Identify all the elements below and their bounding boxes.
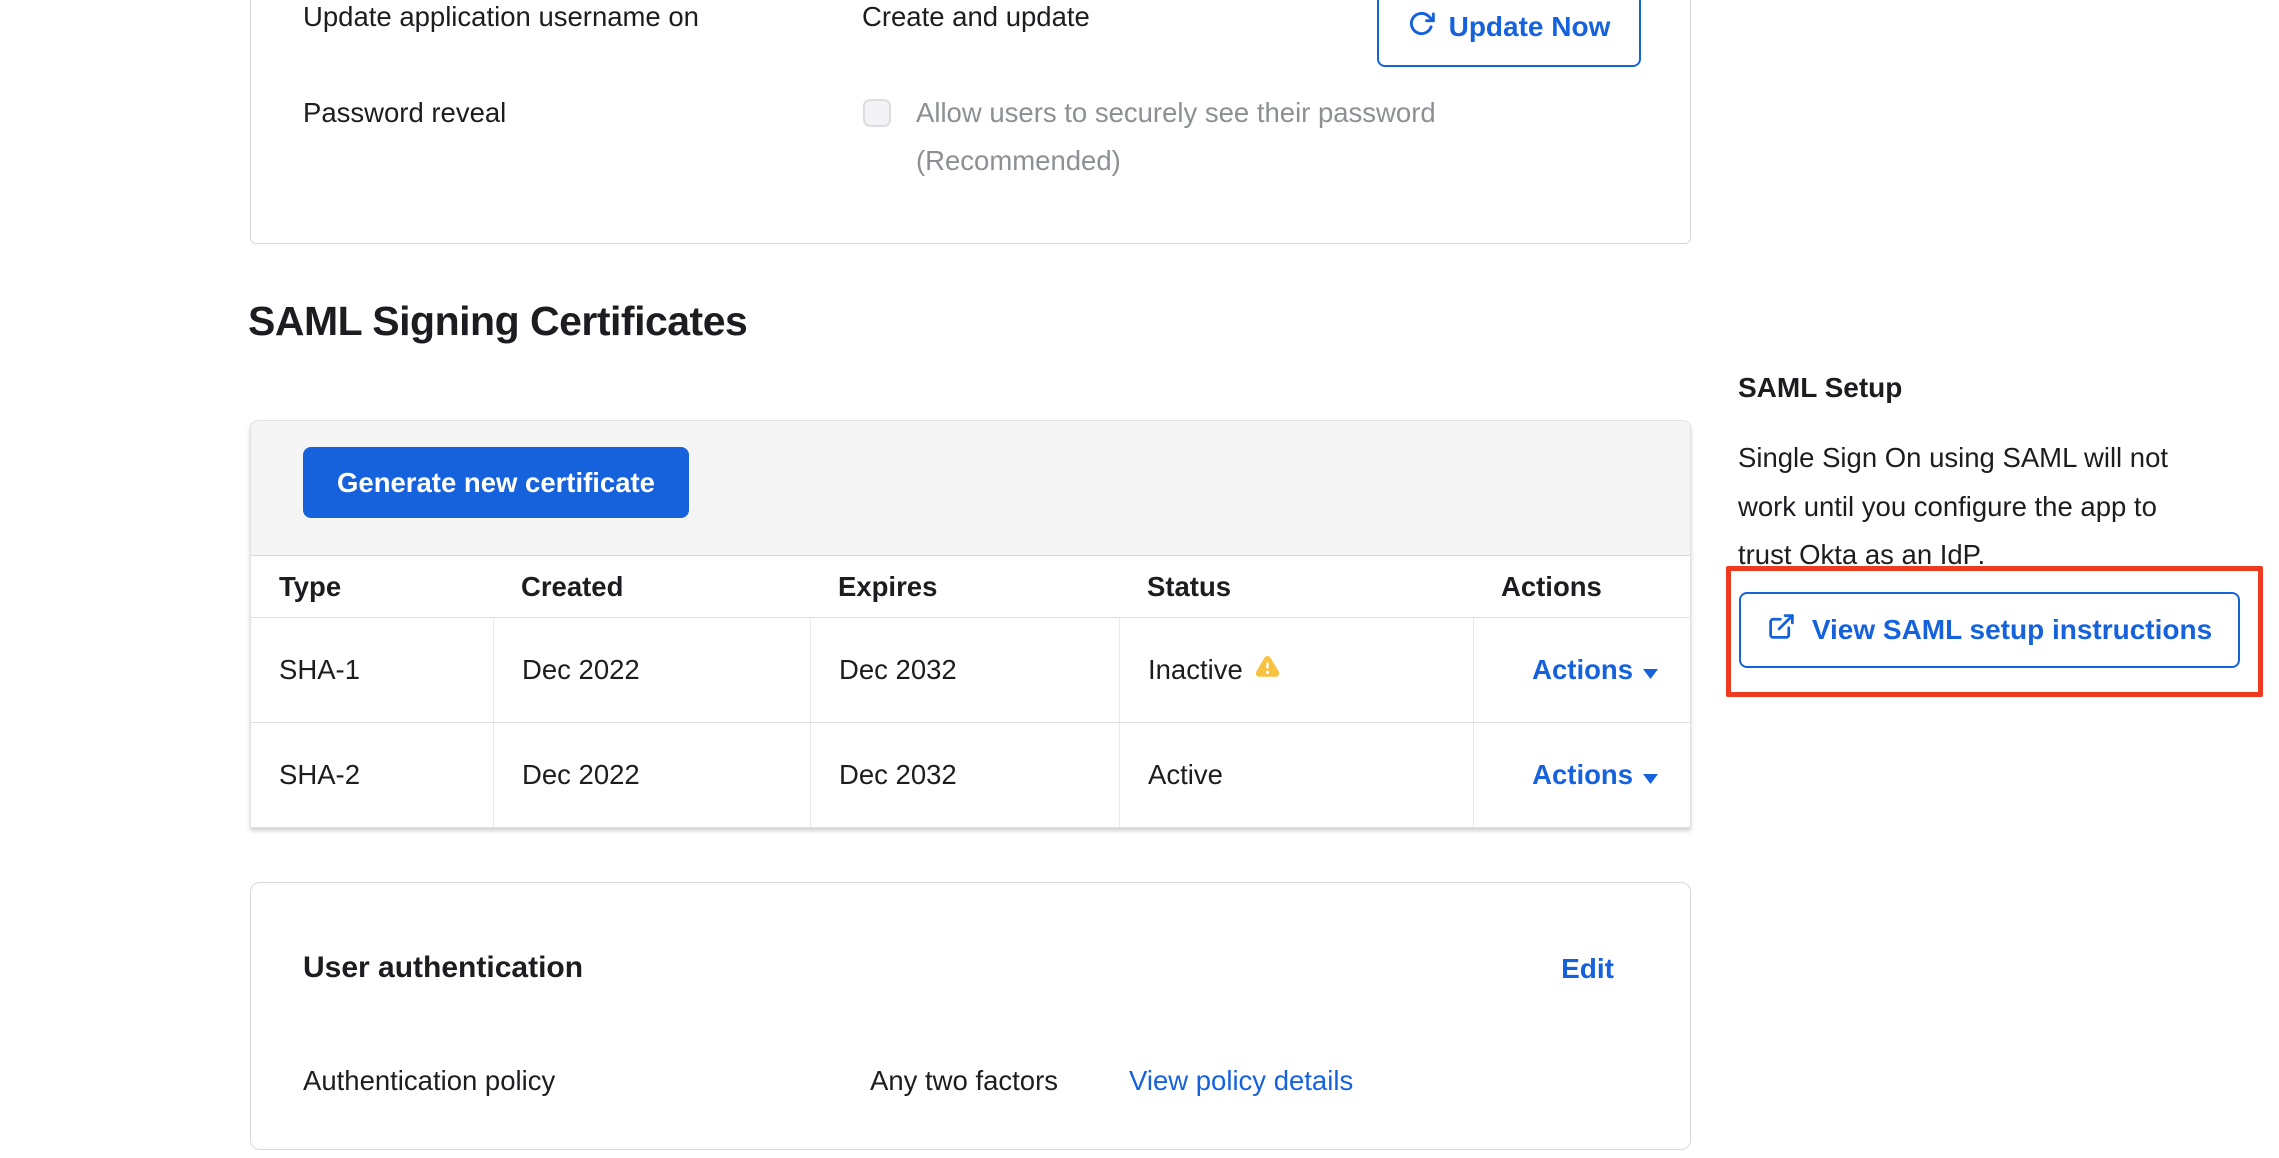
password-reveal-checkbox[interactable]	[863, 99, 891, 127]
header-created: Created	[493, 556, 810, 617]
table-row-sha2: SHA-2 Dec 2022 Dec 2032 Active Actions	[251, 722, 1690, 827]
cell-actions: Actions	[1473, 723, 1692, 827]
actions-label: Actions	[1532, 654, 1633, 686]
view-saml-setup-instructions-label: View SAML setup instructions	[1812, 614, 2212, 646]
username-update-value: Create and update	[862, 1, 1090, 33]
warning-icon	[1255, 654, 1280, 686]
password-reveal-checkbox-label: Allow users to securely see their passwo…	[916, 97, 1436, 129]
external-link-icon	[1767, 612, 1796, 648]
cell-status: Inactive	[1119, 618, 1473, 722]
update-now-button[interactable]: Update Now	[1377, 0, 1641, 67]
status-text: Active	[1148, 759, 1223, 791]
certificates-card: Generate new certificate Type Created Ex…	[250, 420, 1691, 828]
user-authentication-title: User authentication	[303, 951, 583, 985]
cell-type: SHA-2	[251, 723, 493, 827]
cell-expires: Dec 2032	[810, 618, 1119, 722]
page-title: SAML Signing Certificates	[248, 296, 747, 346]
header-expires: Expires	[810, 556, 1119, 617]
password-reveal-label: Password reveal	[303, 97, 506, 129]
view-policy-details-link[interactable]: View policy details	[1129, 1065, 1353, 1097]
user-authentication-card: User authentication Edit Authentication …	[250, 882, 1691, 1150]
saml-setup-title: SAML Setup	[1738, 372, 1902, 404]
actions-dropdown[interactable]: Actions	[1532, 654, 1658, 686]
header-type: Type	[251, 556, 493, 617]
cell-expires: Dec 2032	[810, 723, 1119, 827]
cell-created: Dec 2022	[493, 723, 810, 827]
chevron-down-icon	[1643, 654, 1658, 686]
password-reveal-note: (Recommended)	[916, 145, 1121, 177]
chevron-down-icon	[1643, 759, 1658, 791]
header-actions: Actions	[1473, 556, 1692, 617]
username-update-label: Update application username on	[303, 1, 699, 33]
cell-type: SHA-1	[251, 618, 493, 722]
actions-label: Actions	[1532, 759, 1633, 791]
okta-saml-settings-page: Update application username on Create an…	[0, 0, 2279, 1158]
actions-dropdown[interactable]: Actions	[1532, 759, 1658, 791]
saml-setup-description: Single Sign On using SAML will not work …	[1738, 434, 2238, 580]
update-now-label: Update Now	[1449, 11, 1611, 43]
certificates-table: Type Created Expires Status Actions SHA-…	[251, 556, 1690, 827]
cell-actions: Actions	[1473, 618, 1692, 722]
cell-status: Active	[1119, 723, 1473, 827]
view-saml-setup-instructions-button[interactable]: View SAML setup instructions	[1739, 592, 2240, 668]
generate-certificate-button[interactable]: Generate new certificate	[303, 447, 689, 518]
edit-link[interactable]: Edit	[1561, 953, 1614, 985]
status-text: Inactive	[1148, 654, 1243, 686]
authentication-policy-label: Authentication policy	[303, 1065, 555, 1097]
header-status: Status	[1119, 556, 1473, 617]
account-settings-card: Update application username on Create an…	[250, 0, 1691, 244]
table-row-sha1: SHA-1 Dec 2022 Dec 2032 Inactive	[251, 617, 1690, 722]
refresh-icon	[1408, 10, 1435, 44]
cell-created: Dec 2022	[493, 618, 810, 722]
table-header-row: Type Created Expires Status Actions	[251, 556, 1690, 617]
authentication-policy-value: Any two factors	[870, 1065, 1058, 1097]
